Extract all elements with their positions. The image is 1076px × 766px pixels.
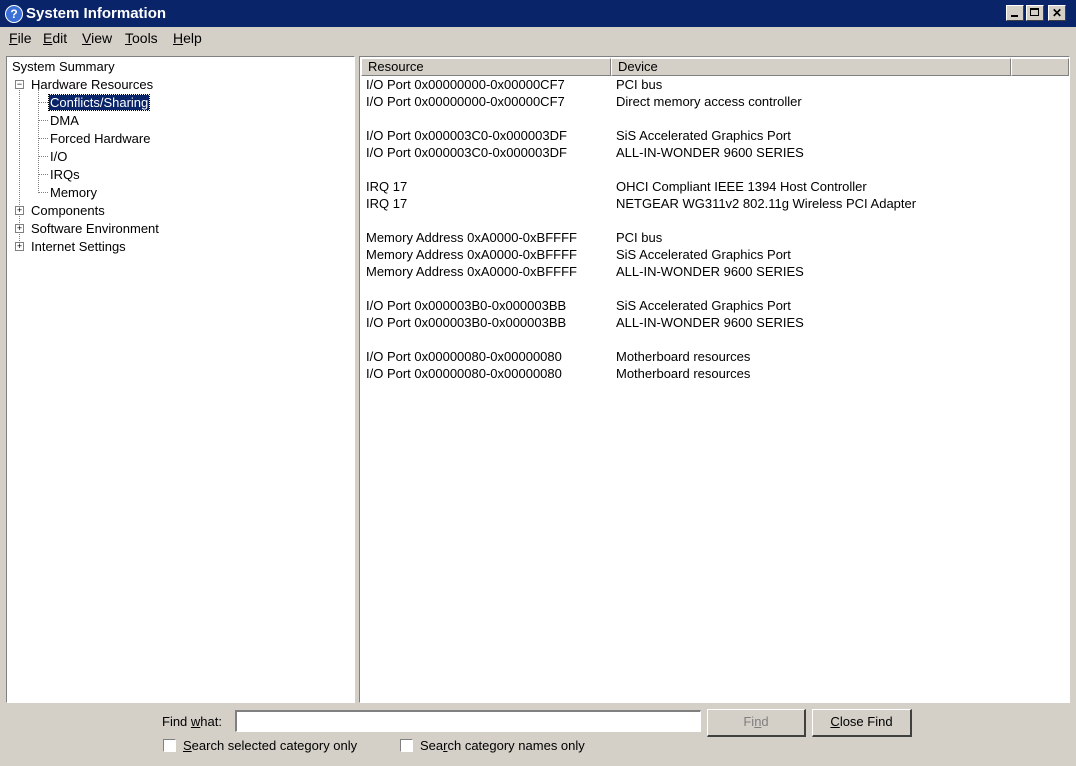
- device-cell: OHCI Compliant IEEE 1394 Host Controller: [616, 179, 867, 194]
- expand-icon[interactable]: +: [15, 206, 24, 215]
- device-cell: ALL-IN-WONDER 9600 SERIES: [616, 315, 804, 330]
- tree-item-io[interactable]: I/O: [50, 149, 67, 164]
- find-label: Find what:: [162, 714, 222, 729]
- window-title: System Information: [26, 5, 167, 22]
- tree-connector: [39, 192, 48, 193]
- device-cell: SiS Accelerated Graphics Port: [616, 247, 791, 262]
- menu-view[interactable]: View: [82, 30, 112, 46]
- tree-connector: [39, 102, 48, 103]
- expand-icon[interactable]: +: [15, 224, 24, 233]
- tree-item-software-environment[interactable]: Software Environment: [31, 221, 159, 236]
- menu-bar: File Edit View Tools Help: [0, 27, 1076, 50]
- menu-tools[interactable]: Tools: [125, 30, 158, 46]
- search-selected-category-checkbox[interactable]: [163, 739, 176, 752]
- search-category-names-checkbox[interactable]: [400, 739, 413, 752]
- resource-cell: I/O Port 0x000003B0-0x000003BB: [366, 315, 567, 330]
- tree-connector: [38, 89, 39, 193]
- menu-file[interactable]: File: [9, 30, 32, 46]
- search-category-names-label[interactable]: Search category names only: [420, 738, 585, 753]
- tree-item-forced-hardware[interactable]: Forced Hardware: [50, 131, 150, 146]
- close-icon: ✕: [1051, 6, 1063, 20]
- tree-item-dma[interactable]: DMA: [50, 113, 79, 128]
- device-cell: PCI bus: [616, 77, 663, 92]
- device-cell: Motherboard resources: [616, 366, 751, 381]
- resource-cell: I/O Port 0x000003B0-0x000003BB: [366, 298, 567, 313]
- search-selected-category-label[interactable]: Search selected category only: [183, 738, 357, 753]
- device-cell: PCI bus: [616, 230, 663, 245]
- tree-item-irqs[interactable]: IRQs: [50, 167, 80, 182]
- tree-item-label: Conflicts/Sharing: [47, 94, 151, 111]
- help-question-icon[interactable]: ?: [5, 5, 23, 23]
- tree-connector: [39, 138, 48, 139]
- find-input[interactable]: [235, 710, 701, 732]
- tree-item-memory[interactable]: Memory: [50, 185, 97, 200]
- device-cell: ALL-IN-WONDER 9600 SERIES: [616, 264, 804, 279]
- collapse-icon[interactable]: −: [15, 80, 24, 89]
- resource-cell: Memory Address 0xA0000-0xBFFFF: [366, 230, 577, 245]
- close-button[interactable]: ✕: [1048, 5, 1066, 21]
- device-cell: NETGEAR WG311v2 802.11g Wireless PCI Ada…: [616, 196, 917, 211]
- expand-icon[interactable]: +: [15, 242, 24, 251]
- column-header-resource[interactable]: Resource: [361, 58, 611, 76]
- tree-item-conflicts-sharing[interactable]: Conflicts/Sharing: [47, 94, 151, 111]
- resource-cell: IRQ 17: [366, 196, 408, 211]
- resource-cell: Memory Address 0xA0000-0xBFFFF: [366, 264, 577, 279]
- resource-cell: IRQ 17: [366, 179, 408, 194]
- resource-cell: I/O Port 0x00000080-0x00000080: [366, 366, 562, 381]
- device-cell: SiS Accelerated Graphics Port: [616, 128, 791, 143]
- details-list[interactable]: Resource Device I/O Port 0x00000000-0x00…: [359, 56, 1070, 703]
- maximize-button[interactable]: [1026, 5, 1044, 21]
- tree-item-components[interactable]: Components: [31, 203, 105, 218]
- tree-connector: [39, 120, 48, 121]
- device-cell: SiS Accelerated Graphics Port: [616, 298, 791, 313]
- menu-help[interactable]: Help: [173, 30, 202, 46]
- resource-cell: Memory Address 0xA0000-0xBFFFF: [366, 247, 577, 262]
- maximize-icon: [1030, 8, 1039, 16]
- column-header-device[interactable]: Device: [611, 58, 1011, 76]
- find-button[interactable]: Find: [707, 709, 806, 737]
- resource-cell: I/O Port 0x00000000-0x00000CF7: [366, 77, 565, 92]
- resource-cell: I/O Port 0x000003C0-0x000003DF: [366, 128, 567, 143]
- resource-cell: I/O Port 0x00000080-0x00000080: [366, 349, 562, 364]
- minimize-icon: [1011, 15, 1018, 17]
- tree-connector: [39, 156, 48, 157]
- resource-cell: I/O Port 0x000003C0-0x000003DF: [366, 145, 567, 160]
- tree-item-internet-settings[interactable]: Internet Settings: [31, 239, 126, 254]
- column-header-filler: [1011, 58, 1069, 76]
- device-cell: Motherboard resources: [616, 349, 751, 364]
- tree-item-hardware-resources[interactable]: Hardware Resources: [31, 77, 153, 92]
- title-bar: ? System Information ✕: [0, 0, 1076, 27]
- close-find-button[interactable]: Close Find: [812, 709, 912, 737]
- tree-item-system-summary[interactable]: System Summary: [12, 59, 115, 74]
- menu-edit[interactable]: Edit: [43, 30, 67, 46]
- minimize-button[interactable]: [1006, 5, 1024, 21]
- tree-connector: [39, 174, 48, 175]
- device-cell: Direct memory access controller: [616, 94, 802, 109]
- category-tree[interactable]: System Summary − Hardware Resources Conf…: [6, 56, 355, 703]
- device-cell: ALL-IN-WONDER 9600 SERIES: [616, 145, 804, 160]
- resource-cell: I/O Port 0x00000000-0x00000CF7: [366, 94, 565, 109]
